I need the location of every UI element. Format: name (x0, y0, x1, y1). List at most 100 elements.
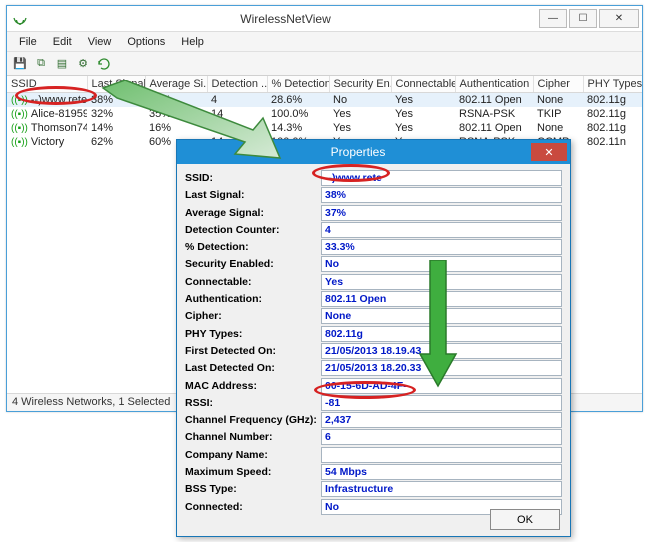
prop-ssid-value[interactable]: --)www.rete (321, 170, 562, 186)
prop-co-label: Company Name: (185, 449, 321, 461)
app-icon (12, 11, 28, 27)
toolbar: 💾 ⧉ ▤ ⚙ (7, 52, 642, 76)
table-cell: 14% (87, 121, 145, 135)
window-buttons: — ☐ ✕ (537, 9, 639, 28)
prop-sec-value[interactable]: No (321, 256, 562, 272)
signal-icon: ((▪)) (11, 137, 28, 148)
menu-view[interactable]: View (80, 34, 120, 50)
table-cell: 802.11 Open (455, 93, 533, 108)
prop-detc-value[interactable]: 4 (321, 222, 562, 238)
table-cell: 32% (87, 107, 145, 121)
table-cell: 4 (207, 93, 267, 108)
prop-freq-label: Channel Frequency (GHz): (185, 414, 321, 426)
prop-spd-label: Maximum Speed: (185, 466, 321, 478)
prop-first-value[interactable]: 21/05/2013 18.19.43 (321, 343, 562, 359)
table-row[interactable]: ((▪))Alice-819593...32%35%14100.0%YesYes… (7, 107, 642, 121)
table-cell: 100.0% (267, 107, 329, 121)
table-cell: None (533, 121, 583, 135)
minimize-button[interactable]: — (539, 9, 567, 28)
settings-icon[interactable]: ⚙ (74, 55, 92, 73)
table-cell: 62% (87, 135, 145, 149)
prop-co-value[interactable] (321, 447, 562, 463)
refresh-icon[interactable] (95, 55, 113, 73)
table-cell: 14.3% (267, 121, 329, 135)
table-cell: ((▪))Alice-819593... (7, 107, 87, 121)
menu-file[interactable]: File (11, 34, 45, 50)
prop-rssi-value[interactable]: -81 (321, 395, 562, 411)
menu-options[interactable]: Options (119, 34, 173, 50)
table-cell: ((▪))Victory (7, 135, 87, 149)
properties-icon[interactable]: ▤ (53, 55, 71, 73)
table-header-row: SSID Last Signal Average Si... Detection… (7, 76, 642, 93)
table-cell: 28.6% (267, 93, 329, 108)
maximize-button[interactable]: ☐ (569, 9, 597, 28)
col-ssid[interactable]: SSID (7, 76, 87, 93)
table-row[interactable]: ((▪))Thomson74...14%16%214.3%YesYes802.1… (7, 121, 642, 135)
dialog-close-button[interactable]: ✕ (531, 143, 567, 161)
window-title: WirelessNetView (34, 12, 537, 26)
table-cell: RSNA-PSK (455, 107, 533, 121)
properties-dialog: Properties ✕ SSID:--)www.rete Last Signa… (176, 139, 571, 537)
col-last-signal[interactable]: Last Signal (87, 76, 145, 93)
col-pct-detection[interactable]: % Detection (267, 76, 329, 93)
dialog-footer: OK (490, 509, 560, 530)
table-cell: No (329, 93, 391, 108)
prop-spd-value[interactable]: 54 Mbps (321, 464, 562, 480)
prop-last-label: Last Signal: (185, 189, 321, 201)
prop-pct-value[interactable]: 33.3% (321, 239, 562, 255)
table-cell: ((▪))Thomson74... (7, 121, 87, 135)
table-row[interactable]: ((▪))--)www.retel...38%37%428.6%NoYes802… (7, 93, 642, 108)
prop-freq-value[interactable]: 2,437 (321, 412, 562, 428)
prop-conn-label: Connectable: (185, 276, 321, 288)
col-security[interactable]: Security En... (329, 76, 391, 93)
prop-conn-value[interactable]: Yes (321, 274, 562, 290)
prop-phy-value[interactable]: 802.11g (321, 326, 562, 342)
col-auth[interactable]: Authentication (455, 76, 533, 93)
prop-last-value[interactable]: 38% (321, 187, 562, 203)
table-cell: ((▪))--)www.retel... (7, 93, 87, 108)
table-cell: 2 (207, 121, 267, 135)
prop-bss-value[interactable]: Infrastructure (321, 481, 562, 497)
prop-ciph-value[interactable]: None (321, 308, 562, 324)
prop-avg-value[interactable]: 37% (321, 205, 562, 221)
table-cell: 35% (145, 107, 207, 121)
prop-lastd-value[interactable]: 21/05/2013 18.20.33 (321, 360, 562, 376)
copy-icon[interactable]: ⧉ (32, 55, 50, 73)
col-cipher[interactable]: Cipher (533, 76, 583, 93)
table-cell: Yes (329, 121, 391, 135)
menu-help[interactable]: Help (173, 34, 212, 50)
table-cell: Yes (391, 121, 455, 135)
table-cell: 802.11n (583, 135, 642, 149)
ok-button[interactable]: OK (490, 509, 560, 530)
prop-lastd-label: Last Detected On: (185, 362, 321, 374)
dialog-title: Properties (185, 145, 531, 159)
table-cell: None (533, 93, 583, 108)
col-detection[interactable]: Detection ... (207, 76, 267, 93)
table-cell: Yes (391, 93, 455, 108)
table-cell: 802.11g (583, 107, 642, 121)
prop-connd-label: Connected: (185, 501, 321, 513)
table-cell: 37% (145, 93, 207, 108)
signal-icon: ((▪)) (11, 95, 28, 106)
menu-edit[interactable]: Edit (45, 34, 80, 50)
prop-bss-label: BSS Type: (185, 483, 321, 495)
titlebar: WirelessNetView — ☐ ✕ (7, 6, 642, 32)
prop-chan-value[interactable]: 6 (321, 429, 562, 445)
prop-ciph-label: Cipher: (185, 310, 321, 322)
prop-chan-label: Channel Number: (185, 431, 321, 443)
prop-sec-label: Security Enabled: (185, 258, 321, 270)
signal-icon: ((▪)) (11, 109, 28, 120)
prop-avg-label: Average Signal: (185, 207, 321, 219)
prop-ssid-label: SSID: (185, 172, 321, 184)
prop-auth-label: Authentication: (185, 293, 321, 305)
col-phy[interactable]: PHY Types (583, 76, 642, 93)
col-avg-signal[interactable]: Average Si... (145, 76, 207, 93)
table-cell: TKIP (533, 107, 583, 121)
prop-mac-value[interactable]: 00-15-6D-AD-4F- (321, 378, 562, 394)
table-cell: 38% (87, 93, 145, 108)
close-button[interactable]: ✕ (599, 9, 639, 28)
save-icon[interactable]: 💾 (11, 55, 29, 73)
col-connectable[interactable]: Connectable (391, 76, 455, 93)
prop-auth-value[interactable]: 802.11 Open (321, 291, 562, 307)
table-cell: Yes (329, 107, 391, 121)
